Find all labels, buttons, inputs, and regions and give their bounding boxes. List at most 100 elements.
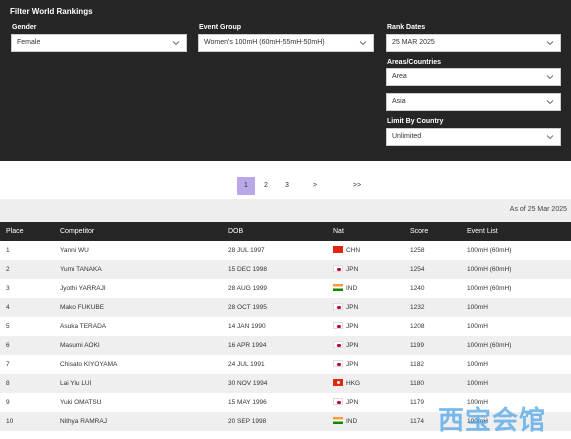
last-page-button[interactable]: >> — [348, 177, 366, 195]
dob-cell: 14 JAN 1990 — [228, 323, 266, 330]
competitor-link[interactable]: Yanni WU — [60, 247, 89, 254]
page-3-button[interactable]: 3 — [278, 177, 296, 195]
table-row[interactable]: 3 Jyothi YARRAJI 28 AUG 1999 IND 1240 100mH (… — [0, 279, 571, 298]
header-place: Place — [6, 228, 24, 235]
dob-cell: 15 MAY 1996 — [228, 399, 267, 406]
nat-cell: IND — [346, 418, 358, 425]
nat-cell: IND — [346, 285, 358, 292]
chevron-down-icon — [546, 98, 554, 106]
nat-cell: JPN — [346, 266, 359, 273]
rank-dates-value: 25 MAR 2025 — [392, 39, 435, 46]
chevron-down-icon — [546, 39, 554, 47]
event-list-cell: 100mH (60mH) — [467, 285, 512, 292]
gender-value: Female — [17, 39, 41, 46]
score-cell: 1254 — [410, 266, 425, 273]
score-cell: 1179 — [410, 399, 424, 406]
jpn-flag-icon — [333, 303, 343, 310]
score-cell: 1199 — [410, 342, 424, 349]
score-cell: 1180 — [410, 380, 424, 387]
place-cell: 10 — [6, 418, 14, 425]
competitor-link[interactable]: Yumi TANAKA — [60, 266, 102, 273]
gender-label: Gender — [12, 24, 37, 31]
place-cell: 2 — [6, 266, 10, 273]
dob-cell: 24 JUL 1991 — [228, 361, 265, 368]
chevron-down-icon — [546, 73, 554, 81]
dob-cell: 28 JUL 1997 — [228, 247, 265, 254]
place-cell: 7 — [6, 361, 10, 368]
event-group-select[interactable]: Women's 100mH (60mH-55mH-50mH) — [198, 34, 374, 52]
score-cell: 1174 — [410, 418, 424, 425]
chevron-down-icon — [359, 39, 367, 47]
jpn-flag-icon — [333, 360, 343, 367]
header-competitor: Competitor — [60, 228, 95, 235]
competitor-link[interactable]: Nithya RAMRAJ — [60, 418, 107, 425]
table-row[interactable]: 6 Masumi AOKI 16 APR 1994 JPN 1199 100mH (60m… — [0, 336, 571, 355]
header-score: Score — [410, 228, 429, 235]
next-page-button[interactable]: > — [306, 177, 324, 195]
competitor-link[interactable]: Yuki OMATSU — [60, 399, 101, 406]
pagination: 1 2 3 > >> — [0, 177, 571, 195]
chevron-down-icon — [172, 39, 180, 47]
competitor-link[interactable]: Mako FUKUBE — [60, 304, 104, 311]
nat-cell: JPN — [346, 304, 359, 311]
competitor-link[interactable]: Masumi AOKI — [60, 342, 100, 349]
place-cell: 8 — [6, 380, 10, 387]
jpn-flag-icon — [333, 398, 343, 405]
jpn-flag-icon — [333, 341, 343, 348]
dob-cell: 28 OCT 1995 — [228, 304, 267, 311]
table-row[interactable]: 8 Lai Yiu LUI 30 NOV 1994 HKG 1180 100mH — [0, 374, 571, 393]
gender-select[interactable]: Female — [11, 34, 187, 52]
area-select[interactable]: Asia — [386, 93, 561, 111]
event-group-value: Women's 100mH (60mH-55mH-50mH) — [204, 39, 325, 46]
event-group-label: Event Group — [199, 24, 242, 31]
place-cell: 5 — [6, 323, 10, 330]
nat-cell: CHN — [346, 247, 361, 254]
area-type-value: Area — [392, 73, 407, 80]
event-list-cell: 100mH — [467, 304, 488, 311]
nat-cell: JPN — [346, 399, 359, 406]
event-list-cell: 100mH (60mH) — [467, 247, 512, 254]
area-type-select[interactable]: Area — [386, 68, 561, 86]
table-row[interactable]: 1 Yanni WU 28 JUL 1997 CHN 1258 100mH (60mH) — [0, 241, 571, 260]
dob-cell: 30 NOV 1994 — [228, 380, 268, 387]
page-2-button[interactable]: 2 — [257, 177, 275, 195]
event-list-cell: 100mH — [467, 361, 488, 368]
header-nat: Nat — [333, 228, 344, 235]
table-row[interactable]: 2 Yumi TANAKA 15 DEC 1998 JPN 1254 100mH (60m… — [0, 260, 571, 279]
competitor-link[interactable]: Chisato KIYOYAMA — [60, 361, 117, 368]
nat-cell: JPN — [346, 342, 359, 349]
dob-cell: 15 DEC 1998 — [228, 266, 268, 273]
score-cell: 1232 — [410, 304, 425, 311]
jpn-flag-icon — [333, 322, 343, 329]
header-event-list: Event List — [467, 228, 498, 235]
page-1-button[interactable]: 1 — [237, 177, 255, 195]
competitor-link[interactable]: Asuka TERADA — [60, 323, 106, 330]
place-cell: 3 — [6, 285, 10, 292]
limit-select[interactable]: Unlimited — [386, 128, 561, 146]
filter-panel: Filter World Rankings Gender Female Even… — [0, 0, 571, 161]
table-row[interactable]: 5 Asuka TERADA 14 JAN 1990 JPN 1208 100mH — [0, 317, 571, 336]
event-list-cell: 100mH (60mH) — [467, 342, 512, 349]
as-of-bar: As of 25 Mar 2025 — [0, 199, 571, 222]
place-cell: 9 — [6, 399, 10, 406]
ind-flag-icon — [333, 417, 343, 424]
limit-value: Unlimited — [392, 133, 422, 140]
table-row[interactable]: 4 Mako FUKUBE 28 OCT 1995 JPN 1232 100mH — [0, 298, 571, 317]
score-cell: 1208 — [410, 323, 425, 330]
chn-flag-icon — [333, 246, 343, 253]
limit-label: Limit By Country — [387, 118, 444, 125]
hkg-flag-icon — [333, 379, 343, 386]
competitor-link[interactable]: Lai Yiu LUI — [60, 380, 91, 387]
nat-cell: JPN — [346, 361, 359, 368]
header-dob: DOB — [228, 228, 244, 235]
score-cell: 1240 — [410, 285, 425, 292]
nat-cell: HKG — [346, 380, 361, 387]
rank-dates-select[interactable]: 25 MAR 2025 — [386, 34, 561, 52]
dob-cell: 20 SEP 1998 — [228, 418, 267, 425]
ind-flag-icon — [333, 284, 343, 291]
event-list-cell: 100mH — [467, 380, 488, 387]
place-cell: 6 — [6, 342, 10, 349]
dob-cell: 16 APR 1994 — [228, 342, 267, 349]
competitor-link[interactable]: Jyothi YARRAJI — [60, 285, 106, 292]
table-row[interactable]: 7 Chisato KIYOYAMA 24 JUL 1991 JPN 1182 100mH — [0, 355, 571, 374]
